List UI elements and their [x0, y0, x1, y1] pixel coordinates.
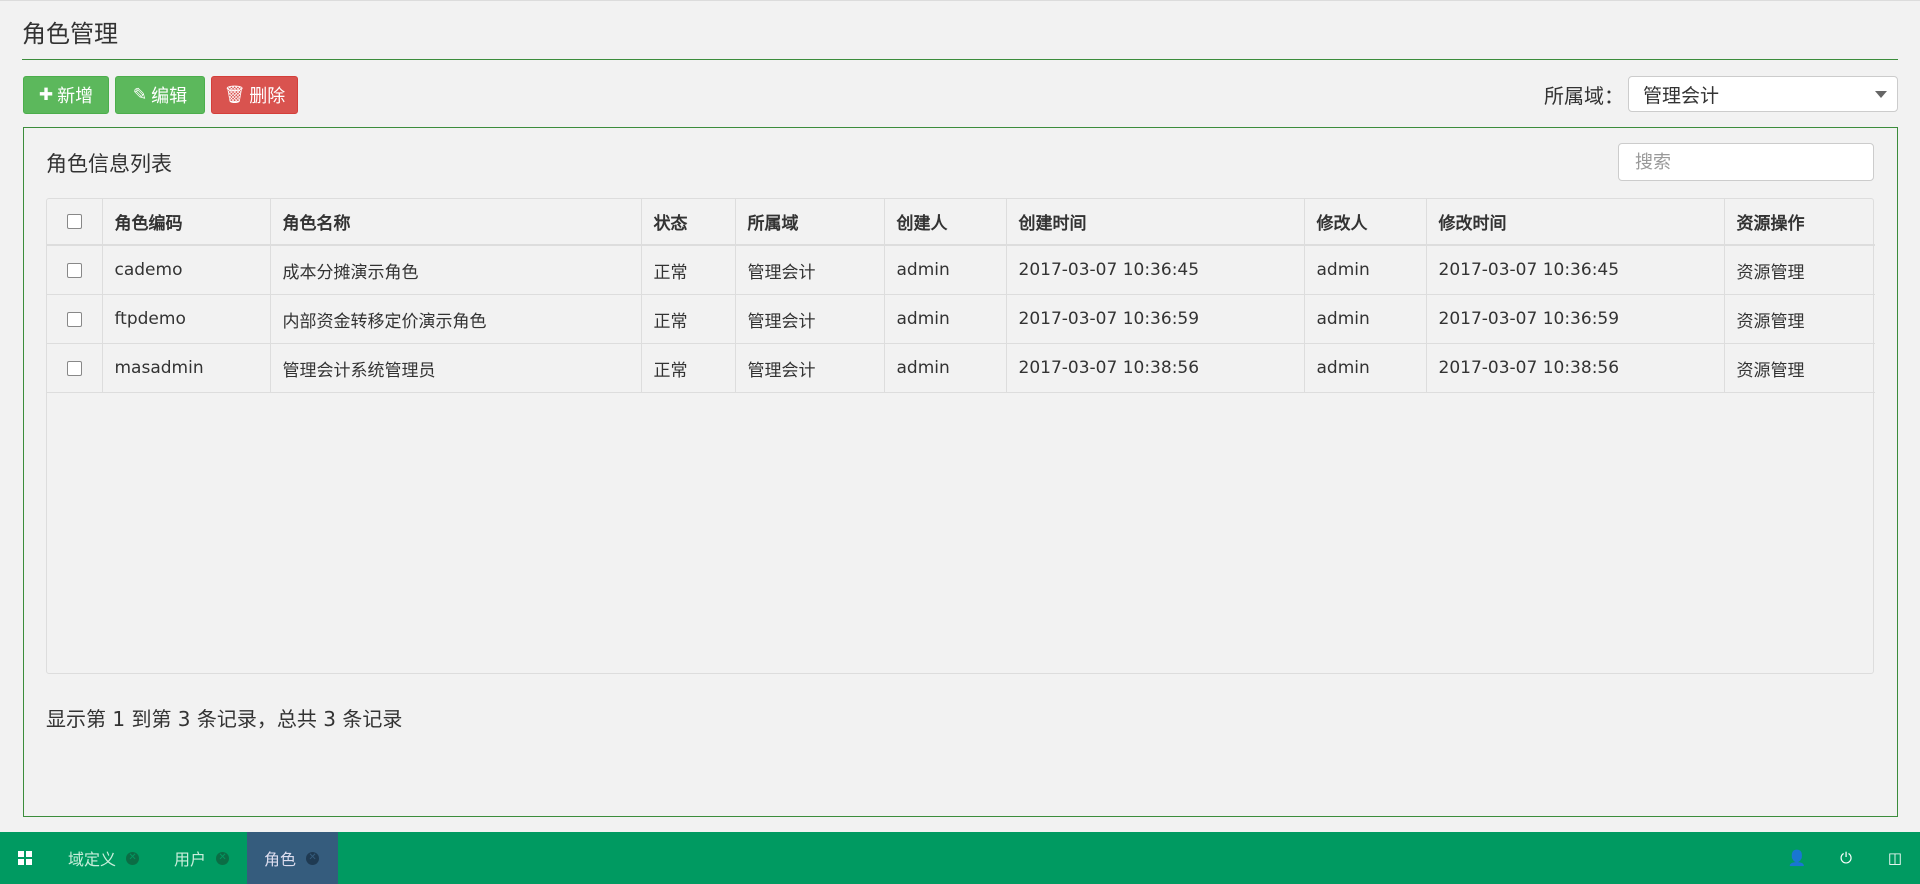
domain-select-value: 管理会计	[1643, 84, 1720, 107]
delete-button-label: 删除	[249, 86, 286, 107]
cell-role-code: cademo	[102, 245, 271, 295]
title-divider	[22, 59, 1898, 60]
cell-role-code: masadmin	[102, 343, 271, 393]
taskbar-tab-label: 用户	[174, 850, 207, 869]
cell-role-name: 内部资金转移定价演示角色	[270, 294, 642, 344]
resource-manage-link[interactable]: 资源管理	[1724, 245, 1875, 295]
add-button-label: 新增	[57, 86, 94, 107]
taskbar-tab-domain[interactable]: 域定义 ✕	[68, 832, 140, 884]
cell-role-name: 成本分摊演示角色	[270, 245, 642, 295]
row-checkbox-cell[interactable]	[47, 245, 103, 295]
user-icon[interactable]: 👤	[1787, 848, 1807, 868]
trash-icon: 🗑	[223, 85, 246, 105]
taskbar-tab-role[interactable]: 角色 ✕	[247, 832, 338, 884]
cell-domain: 管理会计	[735, 343, 885, 393]
select-all-checkbox[interactable]	[66, 214, 82, 229]
cell-modified-time: 2017-03-07 10:36:59	[1426, 294, 1725, 344]
cell-modifier: admin	[1304, 343, 1427, 393]
taskbar: 域定义 ✕ 用户 ✕ 角色 ✕ 👤 ⏻ ◫	[0, 832, 1920, 884]
cell-domain: 管理会计	[735, 245, 885, 295]
role-list-panel: 角色信息列表 角色编码 角色名称 状态 所属域 创建人 创建时间 修改人 修改时	[23, 127, 1898, 817]
cell-status: 正常	[641, 343, 736, 393]
header-status[interactable]: 状态	[641, 199, 736, 246]
cell-modifier: admin	[1304, 294, 1427, 344]
cell-creator: admin	[884, 294, 1007, 344]
add-button[interactable]: ✚ 新增	[23, 76, 109, 114]
taskbar-tab-label: 域定义	[68, 850, 117, 869]
cell-created-time: 2017-03-07 10:36:45	[1006, 245, 1305, 295]
header-resource-action: 资源操作	[1724, 199, 1875, 246]
table-row[interactable]: cademo 成本分摊演示角色 正常 管理会计 admin 2017-03-07…	[47, 245, 1875, 295]
search-input[interactable]	[1618, 143, 1874, 181]
start-icon[interactable]	[18, 851, 32, 865]
header-modified-time[interactable]: 修改时间	[1426, 199, 1725, 246]
taskbar-tab-user[interactable]: 用户 ✕	[174, 832, 230, 884]
cell-modified-time: 2017-03-07 10:36:45	[1426, 245, 1725, 295]
cell-creator: admin	[884, 343, 1007, 393]
header-creator[interactable]: 创建人	[884, 199, 1007, 246]
domain-select[interactable]: 管理会计	[1628, 76, 1898, 112]
edit-button-label: 编辑	[151, 86, 188, 107]
edit-icon: ✎	[132, 85, 148, 105]
select-all-checkbox-cell[interactable]	[47, 199, 103, 246]
cell-status: 正常	[641, 294, 736, 344]
pagination-summary: 显示第 1 到第 3 条记录，总共 3 条记录	[46, 707, 403, 731]
cell-role-code: ftpdemo	[102, 294, 271, 344]
resource-manage-link[interactable]: 资源管理	[1724, 343, 1875, 393]
header-modifier[interactable]: 修改人	[1304, 199, 1427, 246]
cell-status: 正常	[641, 245, 736, 295]
table-header-row: 角色编码 角色名称 状态 所属域 创建人 创建时间 修改人 修改时间 资源操作	[47, 199, 1875, 246]
power-icon[interactable]: ⏻	[1836, 848, 1856, 868]
window-icon[interactable]: ◫	[1885, 848, 1905, 868]
edit-button[interactable]: ✎ 编辑	[115, 76, 205, 114]
panel-title: 角色信息列表	[46, 152, 172, 176]
row-checkbox[interactable]	[66, 360, 82, 376]
header-domain[interactable]: 所属域	[735, 199, 885, 246]
plus-icon: ✚	[38, 85, 54, 105]
top-border	[0, 0, 1920, 1]
delete-button[interactable]: 🗑 删除	[211, 76, 298, 114]
taskbar-tab-label: 角色	[264, 850, 297, 869]
row-checkbox-cell[interactable]	[47, 343, 103, 393]
row-checkbox[interactable]	[66, 262, 82, 278]
close-icon[interactable]: ✕	[126, 851, 140, 865]
row-checkbox[interactable]	[66, 311, 82, 327]
cell-modified-time: 2017-03-07 10:38:56	[1426, 343, 1725, 393]
close-icon[interactable]: ✕	[306, 851, 320, 865]
cell-modifier: admin	[1304, 245, 1427, 295]
cell-created-time: 2017-03-07 10:36:59	[1006, 294, 1305, 344]
row-checkbox-cell[interactable]	[47, 294, 103, 344]
page-title: 角色管理	[22, 20, 118, 48]
domain-label: 所属域：	[1544, 84, 1624, 108]
header-role-code[interactable]: 角色编码	[102, 199, 271, 246]
header-created-time[interactable]: 创建时间	[1006, 199, 1305, 246]
header-role-name[interactable]: 角色名称	[270, 199, 642, 246]
role-table: 角色编码 角色名称 状态 所属域 创建人 创建时间 修改人 修改时间 资源操作 …	[46, 198, 1875, 674]
cell-domain: 管理会计	[735, 294, 885, 344]
cell-role-name: 管理会计系统管理员	[270, 343, 642, 393]
table-row[interactable]: masadmin 管理会计系统管理员 正常 管理会计 admin 2017-03…	[47, 343, 1875, 393]
table-row[interactable]: ftpdemo 内部资金转移定价演示角色 正常 管理会计 admin 2017-…	[47, 294, 1875, 344]
cell-created-time: 2017-03-07 10:38:56	[1006, 343, 1305, 393]
cell-creator: admin	[884, 245, 1007, 295]
close-icon[interactable]: ✕	[216, 851, 230, 865]
caret-down-icon	[1875, 91, 1887, 98]
resource-manage-link[interactable]: 资源管理	[1724, 294, 1875, 344]
